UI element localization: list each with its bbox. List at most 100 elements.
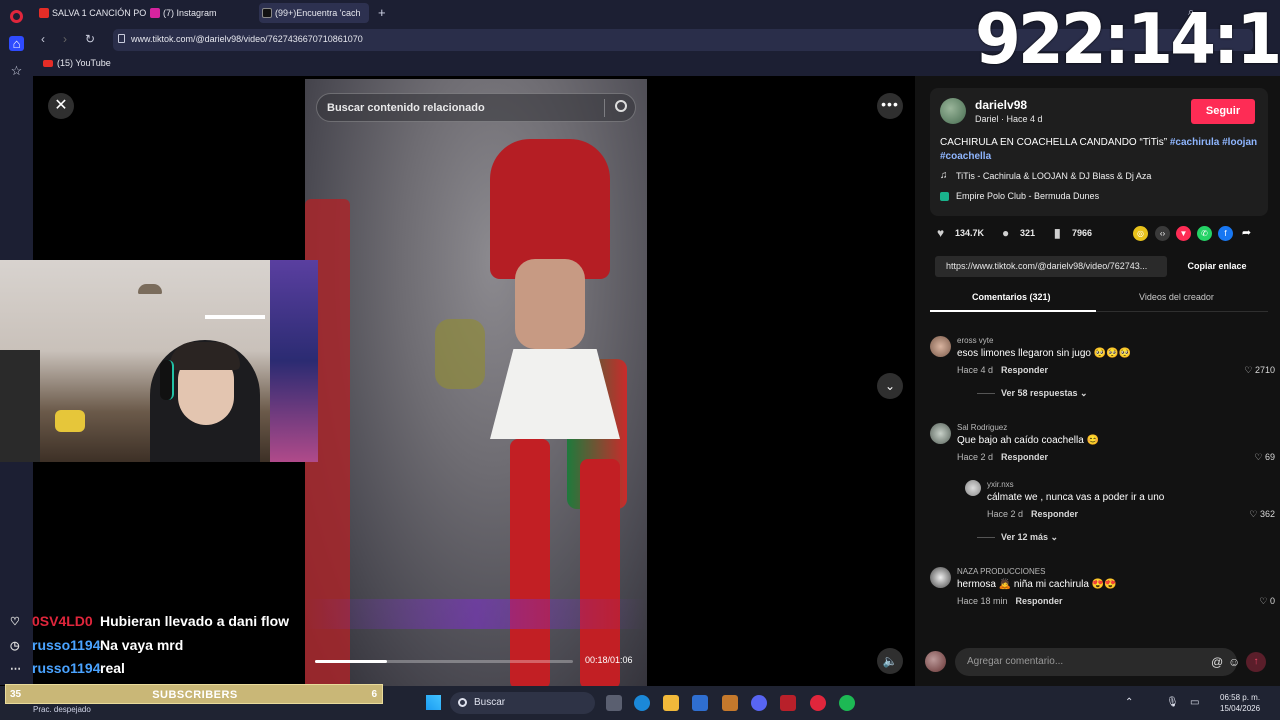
- avatar[interactable]: [930, 567, 951, 588]
- reply-button[interactable]: Responder: [1031, 509, 1078, 519]
- edge-icon[interactable]: [634, 695, 650, 711]
- author-username[interactable]: darielv98: [975, 98, 1027, 112]
- microphone-icon[interactable]: 🎙: [1166, 697, 1179, 708]
- video-link-field[interactable]: https://www.tiktok.com/@darielv98/video/…: [935, 256, 1167, 277]
- follow-button[interactable]: Seguir: [1191, 99, 1255, 124]
- task-view-icon[interactable]: [606, 695, 622, 711]
- video-player[interactable]: Buscar contenido relacionado 00:18/01:06: [305, 79, 647, 686]
- avatar[interactable]: [965, 480, 981, 496]
- divider: [604, 99, 605, 117]
- like-count: 134.7K: [955, 228, 985, 238]
- avatar[interactable]: [930, 423, 951, 444]
- search-placeholder: Buscar contenido relacionado: [327, 102, 485, 114]
- tab-instagram[interactable]: (7) Instagram: [147, 3, 257, 23]
- hashtag[interactable]: #cachirula: [1170, 137, 1219, 148]
- send-comment-button[interactable]: ↑: [1246, 652, 1266, 672]
- taskbar-search[interactable]: Buscar: [450, 692, 595, 714]
- tab-tiktok[interactable]: (99+)Encuentra 'cach: [259, 3, 369, 23]
- network-icon[interactable]: ▭: [1190, 697, 1199, 708]
- more-options-button[interactable]: •••: [877, 93, 903, 119]
- search-icon[interactable]: [615, 100, 627, 112]
- avatar[interactable]: [940, 98, 966, 124]
- comment-like[interactable]: ♡ 69: [1254, 452, 1275, 463]
- new-tab-button[interactable]: +: [378, 3, 386, 23]
- back-icon[interactable]: ‹: [41, 32, 45, 46]
- bookmark-youtube[interactable]: (15) YouTube: [43, 58, 111, 68]
- hashtag[interactable]: #loojan: [1222, 137, 1257, 148]
- discord-icon[interactable]: [751, 695, 767, 711]
- app-icon[interactable]: [780, 695, 796, 711]
- comment-like[interactable]: ♡ 0: [1259, 596, 1275, 607]
- subscriber-label: SUBSCRIBERS: [152, 689, 238, 701]
- mention-icon[interactable]: @: [1211, 655, 1223, 669]
- chat-username: 0SV4LD0: [32, 613, 93, 629]
- comment-username[interactable]: NAZA PRODUCCIONES: [957, 567, 1045, 576]
- video-time: 00:18/01:06: [585, 655, 633, 665]
- whatsapp-icon[interactable]: ✆: [1197, 226, 1212, 241]
- comment-button[interactable]: ● 321: [1002, 226, 1035, 240]
- comment-input[interactable]: Agregar comentario...: [955, 648, 1237, 676]
- location-link[interactable]: Empire Polo Club - Bermuda Dunes: [940, 191, 1099, 201]
- related-search-input[interactable]: Buscar contenido relacionado: [316, 93, 636, 122]
- tab-creator-videos[interactable]: Videos del creador: [1139, 292, 1214, 302]
- video-caption: CACHIRULA EN COACHELLA CANDANDO “TiTis” …: [940, 136, 1260, 164]
- file-explorer-icon[interactable]: [663, 695, 679, 711]
- next-video-button[interactable]: ⌄: [877, 373, 903, 399]
- reply-button[interactable]: Responder: [1001, 365, 1048, 375]
- action-row: ♥ 134.7K ● 321 ▮ 7966 ◎ ‹› ▼ ✆ f ➦: [937, 226, 1267, 242]
- tab-comments[interactable]: Comentarios (321): [972, 292, 1051, 302]
- music-link[interactable]: ♫ TiTis - Cachirula & LOOJAN & DJ Blass …: [940, 170, 1151, 181]
- coin-icon[interactable]: ◎: [1133, 226, 1148, 241]
- reply-button[interactable]: Responder: [1016, 596, 1063, 606]
- forward-icon[interactable]: ›: [63, 32, 67, 46]
- opera-logo-icon[interactable]: [10, 10, 23, 23]
- bookmark-icon: ▮: [1054, 226, 1061, 240]
- comment-meta: Hace 2 d Responder: [987, 509, 1078, 519]
- avatar[interactable]: [930, 336, 951, 357]
- lock-icon: [118, 34, 125, 43]
- share-arrow-icon[interactable]: ➦: [1239, 226, 1254, 241]
- like-button[interactable]: ♥ 134.7K: [937, 226, 984, 240]
- windows-start-icon[interactable]: [426, 695, 441, 710]
- chevron-up-icon[interactable]: ⌃: [1125, 697, 1133, 708]
- video-progress-bar[interactable]: [315, 660, 573, 663]
- reload-icon[interactable]: ↻: [85, 32, 95, 46]
- webcam-frame: [55, 410, 85, 432]
- video-frame: [515, 259, 585, 349]
- video-frame: [490, 139, 610, 279]
- comment-username[interactable]: eross vyte: [957, 336, 993, 345]
- webcam-frame: [205, 315, 265, 319]
- hashtag[interactable]: #coachella: [940, 151, 991, 162]
- star-icon[interactable]: ☆: [9, 63, 24, 78]
- clock-icon: ◷: [10, 640, 20, 652]
- view-replies-button[interactable]: Ver 58 respuestas ⌄: [977, 388, 1088, 399]
- app-icon[interactable]: [722, 695, 738, 711]
- copy-link-button[interactable]: Copiar enlace: [1172, 256, 1262, 277]
- send-icon[interactable]: ▼: [1176, 226, 1191, 241]
- comment-text: hermosa 🙇 niña mi cachirula 😍😍: [957, 579, 1117, 590]
- embed-icon[interactable]: ‹›: [1155, 226, 1170, 241]
- close-button[interactable]: ✕: [48, 93, 74, 119]
- save-button[interactable]: ▮ 7966: [1054, 226, 1092, 240]
- chat-text: Hubieran llevado a dani flow: [100, 613, 290, 629]
- opera-icon[interactable]: [810, 695, 826, 711]
- volume-button[interactable]: 🔈: [877, 648, 903, 674]
- comment-like[interactable]: ♡ 362: [1249, 509, 1275, 520]
- store-icon[interactable]: [692, 695, 708, 711]
- details-panel: darielv98 Dariel · Hace 4 d Seguir CACHI…: [915, 76, 1280, 686]
- emoji-icon[interactable]: ☺: [1228, 655, 1240, 669]
- weather-widget[interactable]: Prac. despejado: [33, 705, 91, 714]
- panel-tabs: Comentarios (321) Videos del creador: [930, 286, 1268, 312]
- view-more-replies-button[interactable]: Ver 12 más ⌄: [977, 532, 1058, 543]
- comment-like[interactable]: ♡ 2710: [1244, 365, 1275, 376]
- spotify-icon[interactable]: [839, 695, 855, 711]
- system-clock[interactable]: 06:58 p. m. 15/04/2026: [1220, 692, 1260, 714]
- reply-button[interactable]: Responder: [1001, 452, 1048, 462]
- comment-username[interactable]: yxir.nxs: [987, 480, 1014, 489]
- author-card: darielv98 Dariel · Hace 4 d Seguir CACHI…: [930, 88, 1268, 216]
- tab-youtube[interactable]: SALVA 1 CANCIÓN POR C: [36, 3, 146, 23]
- home-icon[interactable]: ⌂: [9, 36, 24, 51]
- facebook-icon[interactable]: f: [1218, 226, 1233, 241]
- comment-username[interactable]: Sal Rodriguez: [957, 423, 1007, 432]
- chat-username: russo1194: [32, 660, 101, 676]
